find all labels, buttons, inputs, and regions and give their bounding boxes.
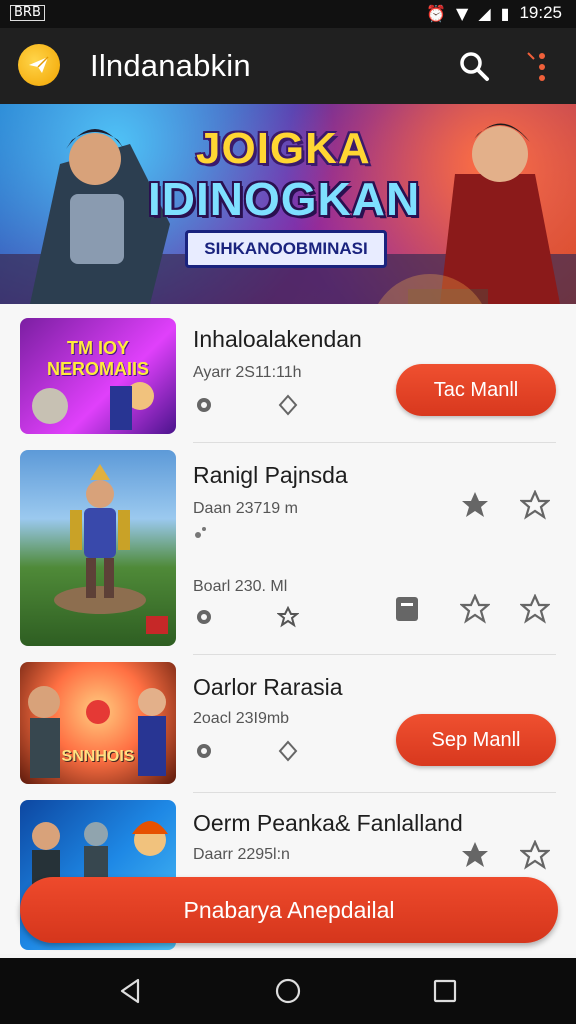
star-outline-icon[interactable] <box>520 840 550 870</box>
app-title: Ilndanabkin <box>90 48 251 83</box>
banner-title-line2: IDINOGKAN <box>148 173 421 225</box>
star-outline-icon[interactable] <box>520 490 550 520</box>
status-badge: BRB <box>10 5 45 21</box>
alarm-icon: ⏰ <box>426 3 447 23</box>
star-icon[interactable] <box>460 490 490 520</box>
diamond-icon <box>278 394 298 416</box>
recents-icon[interactable] <box>430 976 460 1006</box>
wifi-icon: ▼ <box>456 3 469 23</box>
primary-action-button[interactable]: Pnabarya Anepdailal <box>20 877 558 943</box>
star-outline-icon[interactable] <box>520 594 550 624</box>
game-thumbnail[interactable]: SNNHOIS <box>20 662 176 784</box>
game-meta: Daan 23719 m <box>193 500 298 517</box>
gear-icon <box>197 398 211 412</box>
link-icon <box>195 527 206 538</box>
search-icon[interactable] <box>456 48 492 84</box>
back-icon[interactable] <box>116 976 146 1006</box>
play-button[interactable]: Tac Manll <box>396 364 556 416</box>
star-outline-icon[interactable] <box>460 594 490 624</box>
game-title[interactable]: Oerm Peanka& Fanlalland <box>193 810 463 837</box>
status-bar: BRB ⏰ ▼ ◢ ▮ 19:25 <box>0 0 576 28</box>
bookmark-icon[interactable] <box>392 594 422 624</box>
diamond-icon <box>278 740 298 762</box>
game-title[interactable]: Oarlor Rarasia <box>193 674 343 701</box>
list-item[interactable]: TM IOY NEROMAIIS Inhaloalakendan Ayarr 2… <box>0 304 576 444</box>
thumbnail-art <box>54 464 168 634</box>
star-icon[interactable] <box>460 840 490 870</box>
featured-banner[interactable]: JOIGKA IDINOGKAN SIHKANOOBMINASI <box>0 104 576 304</box>
banner-subtitle: SIHKANOOBMINASI <box>185 230 387 268</box>
game-meta: Daarr 2295l:n <box>193 846 290 863</box>
app-logo-icon[interactable] <box>18 44 60 86</box>
divider <box>193 792 556 793</box>
game-title[interactable]: Ranigl Pajnsda <box>193 462 348 489</box>
list-item[interactable]: Ranigl Pajnsda Daan 23719 m Boarl 230. M… <box>0 444 576 655</box>
game-thumbnail[interactable]: TM IOY NEROMAIIS <box>20 318 176 434</box>
game-thumbnail[interactable] <box>20 450 176 646</box>
battery-icon: ▮ <box>500 3 510 23</box>
game-meta: 2oacl 23I9mb <box>193 710 290 727</box>
list-item[interactable]: SNNHOIS Oarlor Rarasia 2oacl 23I9mb Sep … <box>0 654 576 794</box>
more-icon[interactable] <box>526 50 548 84</box>
game-title[interactable]: Inhaloalakendan <box>193 326 362 353</box>
status-time: 19:25 <box>519 3 562 22</box>
game-meta-secondary: Boarl 230. Ml <box>193 578 288 595</box>
game-list: TM IOY NEROMAIIS Inhaloalakendan Ayarr 2… <box>0 304 576 954</box>
thumbnail-art <box>32 382 154 430</box>
game-meta: Ayarr 2S11:11h <box>193 364 302 381</box>
play-button[interactable]: Sep Manll <box>396 714 556 766</box>
banner-title-line1: JOIGKA <box>196 124 371 173</box>
home-icon[interactable] <box>273 976 303 1006</box>
gear-icon <box>197 744 211 758</box>
signal-icon: ◢ <box>478 3 491 23</box>
thumbnail-text: SNNHOIS <box>61 748 135 765</box>
gear-outline-icon <box>277 606 299 628</box>
divider <box>193 442 556 443</box>
gear-icon <box>197 610 211 624</box>
system-nav-bar <box>0 958 576 1024</box>
